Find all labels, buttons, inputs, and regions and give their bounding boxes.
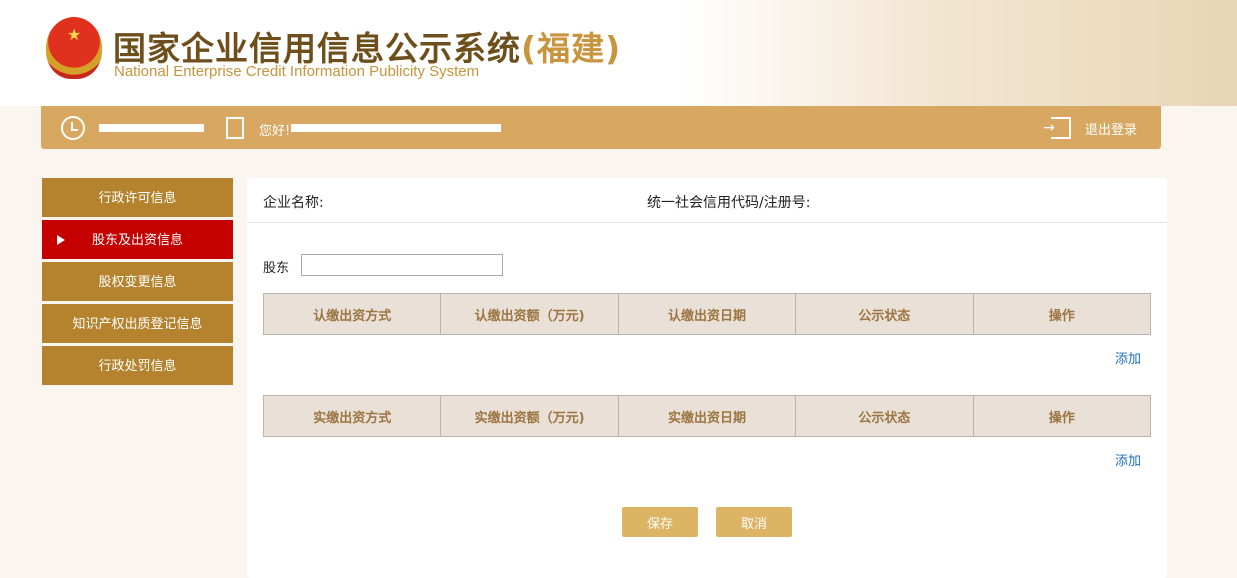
sidebar-item-ip-pledge[interactable]: 知识产权出质登记信息 bbox=[42, 304, 233, 343]
column-header: 操作 bbox=[972, 293, 1152, 335]
redacted-time bbox=[99, 124, 204, 132]
main-panel: 企业名称: 统一社会信用代码/注册号: 股东 认缴出资方式 认缴出资额（万元) … bbox=[247, 178, 1167, 578]
site-subtitle: National Enterprise Credit Information P… bbox=[114, 63, 480, 80]
sidebar-item-shareholders[interactable]: 股东及出资信息 bbox=[42, 220, 233, 259]
sidebar-item-admin-license[interactable]: 行政许可信息 bbox=[42, 178, 233, 217]
logout-link[interactable]: 退出登录 bbox=[1085, 119, 1137, 138]
credit-code-label: 统一社会信用代码/注册号: bbox=[647, 195, 811, 211]
shareholder-input[interactable] bbox=[301, 254, 503, 276]
save-button[interactable]: 保存 bbox=[622, 507, 698, 537]
site-header: ★ 国家企业信用信息公示系统(福建) National Enterprise C… bbox=[0, 0, 1237, 106]
shareholder-label: 股东 bbox=[263, 261, 290, 276]
paid-capital-table: 实缴出资方式 实缴出资额（万元) 实缴出资日期 公示状态 操作 bbox=[262, 395, 1152, 437]
column-header: 公示状态 bbox=[795, 293, 974, 335]
province: (福建) bbox=[521, 29, 622, 68]
logout-icon[interactable] bbox=[1043, 117, 1071, 139]
cancel-button[interactable]: 取消 bbox=[716, 507, 792, 537]
company-name-label: 企业名称: bbox=[263, 195, 324, 211]
column-header: 实缴出资日期 bbox=[617, 395, 797, 437]
column-header: 认缴出资额（万元) bbox=[440, 293, 619, 335]
redacted-company bbox=[291, 124, 501, 132]
add-subscribed-link[interactable]: 添加 bbox=[1115, 348, 1141, 367]
clock-icon bbox=[61, 116, 85, 140]
column-header: 认缴出资方式 bbox=[262, 293, 442, 335]
user-card-icon bbox=[226, 117, 244, 139]
sidebar-item-admin-penalty[interactable]: 行政处罚信息 bbox=[42, 346, 233, 385]
column-header: 认缴出资日期 bbox=[617, 293, 797, 335]
column-header: 实缴出资额（万元) bbox=[440, 395, 619, 437]
user-bar: 您好! 退出登录 bbox=[41, 106, 1161, 149]
greeting: 您好! bbox=[259, 124, 291, 139]
add-paid-link[interactable]: 添加 bbox=[1115, 450, 1141, 469]
column-header: 操作 bbox=[972, 395, 1152, 437]
sidebar: 行政许可信息 股东及出资信息 股权变更信息 知识产权出质登记信息 行政处罚信息 bbox=[42, 178, 233, 388]
column-header: 实缴出资方式 bbox=[262, 395, 442, 437]
company-info: 企业名称: 统一社会信用代码/注册号: bbox=[247, 178, 1167, 223]
subscribed-capital-table: 认缴出资方式 认缴出资额（万元) 认缴出资日期 公示状态 操作 bbox=[262, 293, 1152, 335]
column-header: 公示状态 bbox=[795, 395, 974, 437]
sidebar-item-equity-change[interactable]: 股权变更信息 bbox=[42, 262, 233, 301]
national-emblem-icon: ★ bbox=[46, 17, 102, 79]
